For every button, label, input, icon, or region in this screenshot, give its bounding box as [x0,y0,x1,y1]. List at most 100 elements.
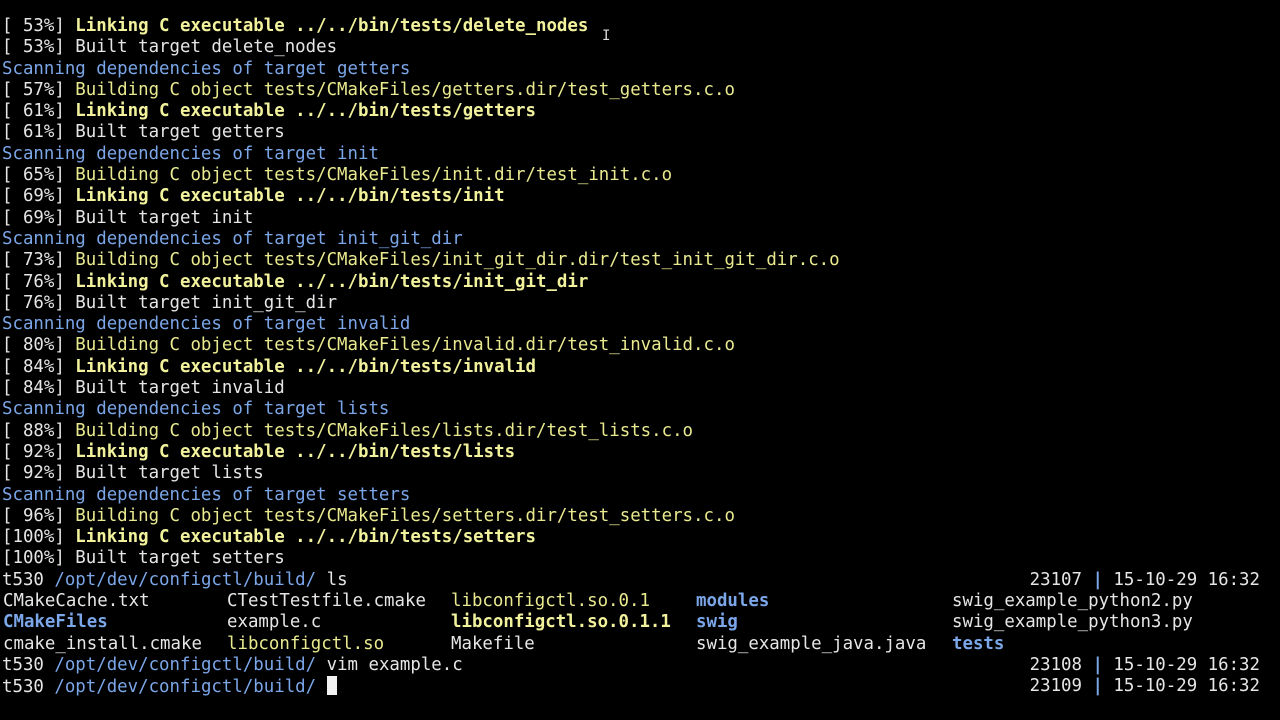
ls-entry-dir: modules [696,591,770,612]
build-output-line: Scanning dependencies of target lists [2,399,1278,420]
shell-prompt-line: t530 /opt/dev/configctl/build/ vim examp… [2,655,1278,676]
build-output-line: [ 53%] Built target delete_nodes [2,37,1278,58]
terminal-window[interactable]: [ 53%] Linking C executable ../../bin/te… [2,16,1278,698]
build-output-line: Scanning dependencies of target init_git… [2,229,1278,250]
ls-entry-exec: libconfigctl.so.0.1.1 [451,612,671,633]
history-number: 23107 [1029,569,1093,590]
link-message: Linking C executable ../../bin/tests/del… [75,16,589,36]
prompt-right-status: 23108 | 15-10-29 16:32 [1030,655,1260,676]
terminal-cursor[interactable] [326,676,337,696]
progress-percent: [ 65%] [2,165,76,186]
progress-percent: [100%] [2,548,76,569]
build-message: Building C object tests/CMakeFiles/init_… [75,250,840,271]
history-number: 23109 [1029,676,1093,697]
shell-prompt-line: t530 /opt/dev/configctl/build/ ls 23107 |… [2,570,1278,591]
build-output-line: Scanning dependencies of target setters [2,485,1278,506]
build-output-line: [ 88%] Building C object tests/CMakeFile… [2,421,1278,442]
build-output-line: [100%] Built target setters [2,548,1278,569]
build-output-line: Scanning dependencies of target init [2,144,1278,165]
built-message: Built target lists [75,463,264,484]
progress-percent: [ 69%] [2,207,76,228]
built-message: Built target invalid [75,378,285,399]
progress-percent: [ 84%] [2,356,76,377]
built-message: Built target init_git_dir [75,292,338,313]
history-number: 23108 [1029,654,1093,675]
build-output-line: [ 57%] Building C object tests/CMakeFile… [2,80,1278,101]
build-message: Building C object tests/CMakeFiles/gette… [75,79,735,100]
scan-message: Scanning dependencies of target lists [2,399,390,420]
build-message: Building C object tests/CMakeFiles/init.… [75,165,673,186]
ls-entry-file: cmake_install.cmake [3,633,202,654]
text-cursor-ibeam-icon: I [602,28,611,44]
build-output-line: [ 84%] Built target invalid [2,378,1278,399]
build-output-line: [ 73%] Building C object tests/CMakeFile… [2,250,1278,271]
build-message: Building C object tests/CMakeFiles/lists… [75,420,694,441]
ls-entry-file: CMakeCache.txt [3,591,150,612]
build-output-line: [100%] Linking C executable ../../bin/te… [2,527,1278,548]
prompt-right-status: 23109 | 15-10-29 16:32 [1030,676,1260,697]
prompt-timestamp: 15-10-29 16:32 [1102,676,1260,697]
build-output-line: [ 61%] Built target getters [2,122,1278,143]
prompt-cwd: /opt/dev/configctl/build/ [54,654,327,675]
ls-output-row: CMakeCache.txt CTestTestfile.cmake libconf… [2,591,1278,612]
ls-entry-dir: tests [952,633,1005,654]
ls-entry-file: swig_example_java.java [696,633,927,654]
ls-output-row: CMakeFiles example.c libconfigctl.so.0.1.1… [2,612,1278,633]
build-output-line: [ 76%] Built target init_git_dir [2,293,1278,314]
build-output-line: [ 92%] Built target lists [2,463,1278,484]
link-message: Linking C executable ../../bin/tests/set… [75,527,536,548]
progress-percent: [ 53%] [2,16,76,36]
prompt-cwd: /opt/dev/configctl/build/ [54,677,327,698]
shell-prompt-line: t530 /opt/dev/configctl/build/ 23109 | 1… [2,676,1278,697]
prompt-cwd: /opt/dev/configctl/build/ [54,569,327,590]
ls-entry-link: libconfigctl.so.0.1 [451,591,650,612]
progress-percent: [100%] [2,527,76,548]
scan-message: Scanning dependencies of target init [2,143,379,164]
ls-entry-dir: CMakeFiles [3,612,108,633]
built-message: Built target setters [75,548,285,569]
link-message: Linking C executable ../../bin/tests/lis… [75,441,516,462]
built-message: Built target delete_nodes [75,37,338,58]
progress-percent: [ 76%] [2,292,76,313]
scan-message: Scanning dependencies of target invalid [2,314,411,335]
progress-percent: [ 76%] [2,271,76,292]
build-output-line: Scanning dependencies of target getters [2,59,1278,80]
prompt-right-status: 23107 | 15-10-29 16:32 [1030,570,1260,591]
link-message: Linking C executable ../../bin/tests/inv… [75,356,536,377]
build-output-line: [ 53%] Linking C executable ../../bin/te… [2,16,1278,37]
progress-percent: [ 61%] [2,122,76,143]
progress-percent: [ 84%] [2,378,76,399]
ls-entry-file: example.c [227,612,322,633]
link-message: Linking C executable ../../bin/tests/get… [75,101,536,122]
ls-entry-file: swig_example_python2.py [952,591,1193,612]
build-output-line: [ 84%] Linking C executable ../../bin/te… [2,357,1278,378]
progress-percent: [ 73%] [2,250,76,271]
prompt-host: t530 [2,677,55,698]
prompt-command: vim example.c [326,654,463,675]
prompt-host: t530 [2,654,55,675]
progress-percent: [ 96%] [2,505,76,526]
progress-percent: [ 92%] [2,463,76,484]
ls-output-row: cmake_install.cmake libconfigctl.so Makefi… [2,634,1278,655]
ls-entry-file: Makefile [451,633,535,654]
prompt-timestamp: 15-10-29 16:32 [1102,569,1260,590]
link-message: Linking C executable ../../bin/tests/ini… [75,271,589,292]
build-output-line: [ 80%] Building C object tests/CMakeFile… [2,335,1278,356]
build-output-line: [ 92%] Linking C executable ../../bin/te… [2,442,1278,463]
link-message: Linking C executable ../../bin/tests/ini… [75,186,505,207]
status-separator: | [1092,569,1103,590]
progress-percent: [ 61%] [2,101,76,122]
build-output-line: [ 69%] Linking C executable ../../bin/te… [2,186,1278,207]
scan-message: Scanning dependencies of target getters [2,58,411,79]
ls-entry-file: swig_example_python3.py [952,612,1193,633]
build-output-line: [ 69%] Built target init [2,208,1278,229]
status-separator: | [1092,676,1103,697]
scan-message: Scanning dependencies of target init_git… [2,228,463,249]
ls-entry-file: CTestTestfile.cmake [227,591,426,612]
build-message: Building C object tests/CMakeFiles/sette… [75,505,735,526]
progress-percent: [ 88%] [2,420,76,441]
ls-entry-dir: swig [696,612,738,633]
build-output-line: [ 61%] Linking C executable ../../bin/te… [2,101,1278,122]
build-message: Building C object tests/CMakeFiles/inval… [75,335,735,356]
prompt-host: t530 [2,569,55,590]
